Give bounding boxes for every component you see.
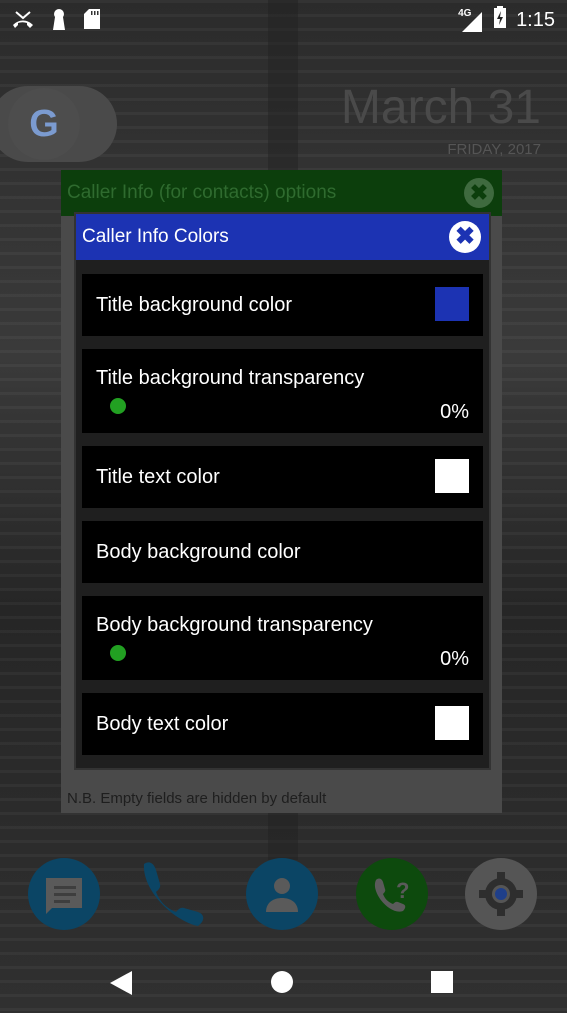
setting-row-body-bg-transparency: Body background transparency 0% xyxy=(82,596,483,680)
outer-dialog-title-bar: Caller Info (for contacts) options ✖ xyxy=(61,170,502,216)
inner-dialog-title-bar: Caller Info Colors ✖ xyxy=(76,214,489,260)
sd-card-icon xyxy=(84,9,100,34)
color-swatch[interactable] xyxy=(435,534,469,568)
google-search-widget[interactable]: G xyxy=(0,86,117,162)
setting-label: Title background color xyxy=(96,294,293,316)
signal-icon: 4G xyxy=(458,8,484,32)
back-button[interactable] xyxy=(110,971,132,1000)
date-sub: FRIDAY, 2017 xyxy=(447,141,541,158)
slider-value: 0% xyxy=(440,648,469,670)
svg-text:?: ? xyxy=(396,878,409,903)
caller-info-colors-dialog: Caller Info Colors ✖ Title background co… xyxy=(74,212,491,770)
google-logo-icon: G xyxy=(8,88,80,160)
setting-label: Title background transparency xyxy=(96,367,365,389)
settings-icon[interactable] xyxy=(465,858,537,930)
home-button[interactable] xyxy=(270,970,294,999)
setting-row-title-bg-transparency: Title background transparency 0% xyxy=(82,349,483,433)
color-settings-list: Title background color Title background … xyxy=(82,274,483,768)
setting-label: Body background transparency xyxy=(96,614,373,636)
slider-value: 0% xyxy=(440,401,469,423)
setting-label: Body background color xyxy=(96,541,301,563)
setting-label: Title text color xyxy=(96,466,220,488)
setting-row-title-text-color[interactable]: Title text color xyxy=(82,446,483,508)
contacts-icon[interactable] xyxy=(246,858,318,930)
slider-thumb[interactable] xyxy=(110,398,126,414)
phone-icon[interactable] xyxy=(136,858,208,930)
outer-dialog-title: Caller Info (for contacts) options xyxy=(67,182,337,203)
color-swatch[interactable] xyxy=(435,459,469,493)
inner-close-button[interactable]: ✖ xyxy=(449,221,481,253)
clock: 1:15 xyxy=(516,8,555,31)
slider-thumb[interactable] xyxy=(110,645,126,661)
outer-close-button[interactable]: ✖ xyxy=(464,178,494,208)
battery-charging-icon xyxy=(494,6,507,34)
nav-bar xyxy=(0,955,567,1013)
dock: ? xyxy=(0,858,567,932)
inner-dialog-title: Caller Info Colors xyxy=(82,226,229,247)
color-swatch[interactable] xyxy=(435,706,469,740)
recents-button[interactable] xyxy=(431,971,453,998)
messages-icon[interactable] xyxy=(28,858,100,930)
caller-info-icon[interactable]: ? xyxy=(356,858,428,930)
setting-label: Body text color xyxy=(96,713,229,735)
date-main: March 31 xyxy=(340,81,541,134)
close-icon: ✖ xyxy=(454,223,476,250)
close-icon: ✖ xyxy=(469,180,489,205)
color-swatch[interactable] xyxy=(435,287,469,321)
date-widget[interactable]: March 31 FRIDAY, 2017 xyxy=(341,80,541,158)
setting-row-body-text-color[interactable]: Body text color xyxy=(82,693,483,755)
setting-row-body-bg-color[interactable]: Body background color xyxy=(82,521,483,583)
keyhole-icon xyxy=(52,8,66,35)
missed-call-icon xyxy=(12,8,34,35)
outer-dialog-footer-note: N.B. Empty fields are hidden by default xyxy=(67,790,327,807)
status-bar: 4G 1:15 xyxy=(0,0,567,38)
setting-row-title-bg-color[interactable]: Title background color xyxy=(82,274,483,336)
